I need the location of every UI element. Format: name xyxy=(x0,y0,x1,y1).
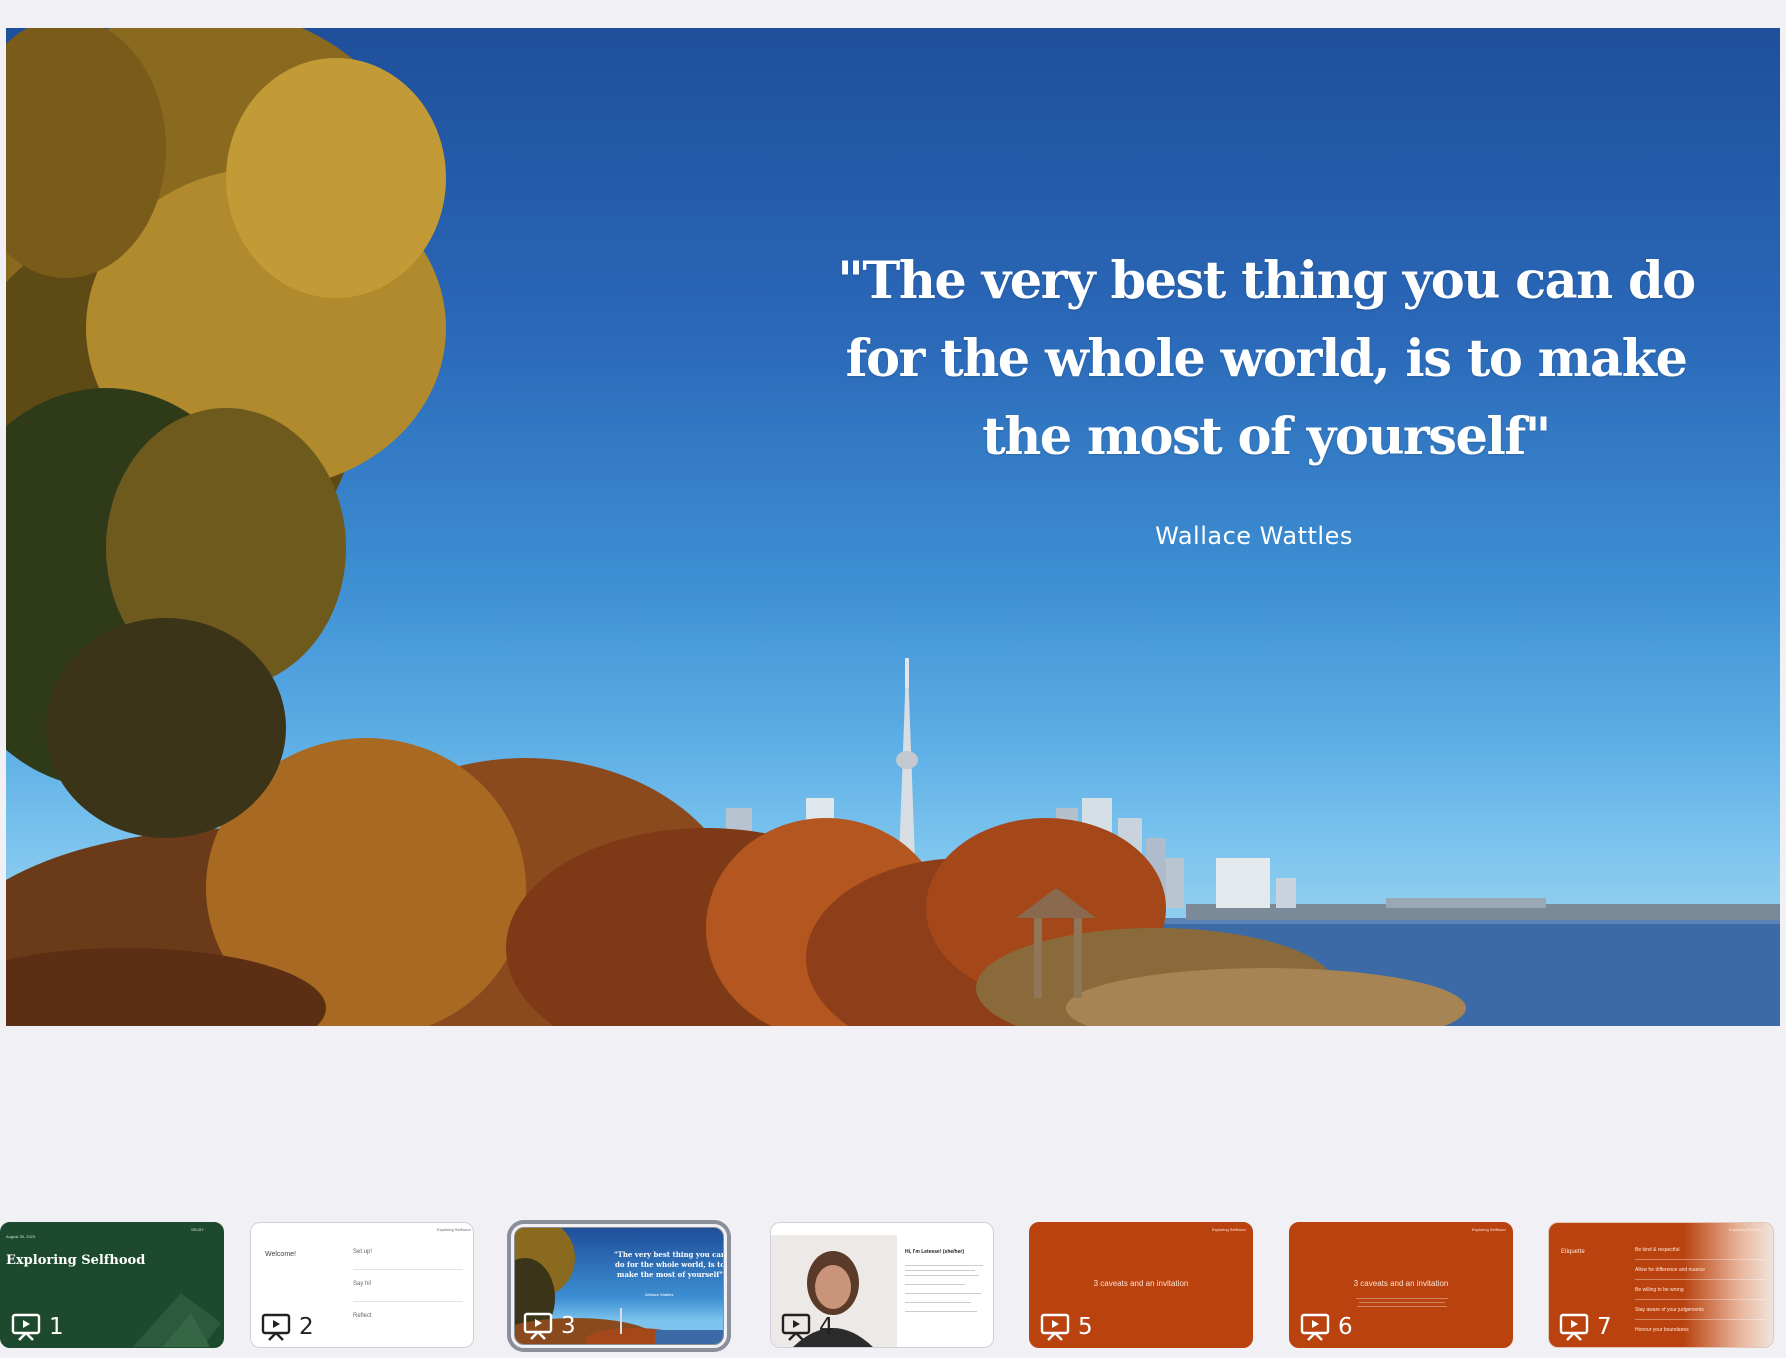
main-slide[interactable]: "The very best thing you can do for the … xyxy=(6,28,1780,1026)
thumb-number-3: 3 xyxy=(523,1312,576,1340)
thumb-author: Wallace Wattles xyxy=(645,1292,674,1297)
slide-thumbnail-6[interactable]: Exploring Selfhood 3 caveats and an invi… xyxy=(1289,1222,1513,1348)
thumb-title: Exploring Selfhood xyxy=(6,1253,146,1268)
presentation-icon xyxy=(781,1313,811,1341)
thumb-number-1: 1 xyxy=(11,1313,64,1341)
slide-author: Wallace Wattles xyxy=(1155,522,1353,550)
slide-thumbnail-2[interactable]: Exploring Selfhood Welcome! Set up! Say … xyxy=(250,1222,474,1348)
presentation-icon xyxy=(11,1313,41,1341)
thumb-number-label: 6 xyxy=(1338,1314,1353,1340)
thumb-heading: 3 caveats and an invitation xyxy=(1093,1279,1189,1288)
thumb-item: Say hi! xyxy=(353,1281,372,1287)
leaf-graphic xyxy=(132,1293,221,1347)
thumb-item: Be kind & respectful xyxy=(1635,1247,1680,1253)
thumb-heading: Etiquette xyxy=(1561,1249,1585,1255)
thumb-quote: "The very best thing you can do for the … xyxy=(613,1250,724,1279)
thumb-number-2: 2 xyxy=(261,1313,314,1341)
thumb-item: Allow for difference and nuance xyxy=(1635,1267,1705,1273)
thumb-number-label: 3 xyxy=(561,1313,576,1339)
slide-thumbnail-7[interactable]: Exploring Selfhood Etiquette Be kind & r… xyxy=(1548,1222,1774,1348)
presentation-icon xyxy=(1040,1313,1070,1341)
thumb-item: Be willing to be wrong xyxy=(1635,1287,1684,1293)
thumb-number-label: 1 xyxy=(49,1314,64,1340)
presentation-icon xyxy=(523,1312,553,1340)
slide-thumbnail-1[interactable]: August 30, 2023 SELBY Exploring Selfhood… xyxy=(0,1222,224,1348)
thumb-number-label: 7 xyxy=(1597,1314,1612,1340)
thumb-heading: Welcome! xyxy=(265,1251,296,1258)
slide-thumbnail-3[interactable]: "The very best thing you can do for the … xyxy=(507,1220,731,1352)
thumb-number-label: 4 xyxy=(819,1314,834,1340)
thumb-brand: Exploring Selfhood xyxy=(1212,1227,1246,1232)
thumb-item: Honour your boundaries xyxy=(1635,1327,1689,1333)
slide-background-photo xyxy=(6,28,1780,1026)
thumb-brand: Exploring Selfhood xyxy=(1729,1227,1763,1232)
slide-quote: "The very best thing you can do for the … xyxy=(837,251,1696,467)
thumb-number-5: 5 xyxy=(1040,1313,1093,1341)
slide-thumbnail-5[interactable]: Exploring Selfhood 3 caveats and an invi… xyxy=(1029,1222,1253,1348)
thumb-item: Reflect xyxy=(353,1313,372,1319)
thumb-brand: SELBY xyxy=(191,1227,204,1232)
thumb-number-4: 4 xyxy=(781,1313,834,1341)
thumb-brand: Exploring Selfhood xyxy=(1472,1227,1506,1232)
thumb-date: August 30, 2023 xyxy=(6,1234,36,1239)
presentation-icon xyxy=(261,1313,291,1341)
slide-thumbnail-4[interactable]: Hi, I'm Leteese! (she/her) 4 xyxy=(770,1222,994,1348)
thumb-brand: Exploring Selfhood xyxy=(437,1227,471,1232)
thumb-item: Set up! xyxy=(353,1249,373,1255)
thumb-heading: Hi, I'm Leteese! (she/her) xyxy=(905,1249,964,1255)
presentation-icon xyxy=(1559,1313,1589,1341)
thumb-number-7: 7 xyxy=(1559,1313,1612,1341)
thumb-heading: 3 caveats and an invitation xyxy=(1353,1279,1449,1288)
thumb-item: Stay aware of your judgements xyxy=(1635,1307,1704,1313)
thumb-number-label: 2 xyxy=(299,1314,314,1340)
thumb-number-label: 5 xyxy=(1078,1314,1093,1340)
thumb-number-6: 6 xyxy=(1300,1313,1353,1341)
presentation-icon xyxy=(1300,1313,1330,1341)
